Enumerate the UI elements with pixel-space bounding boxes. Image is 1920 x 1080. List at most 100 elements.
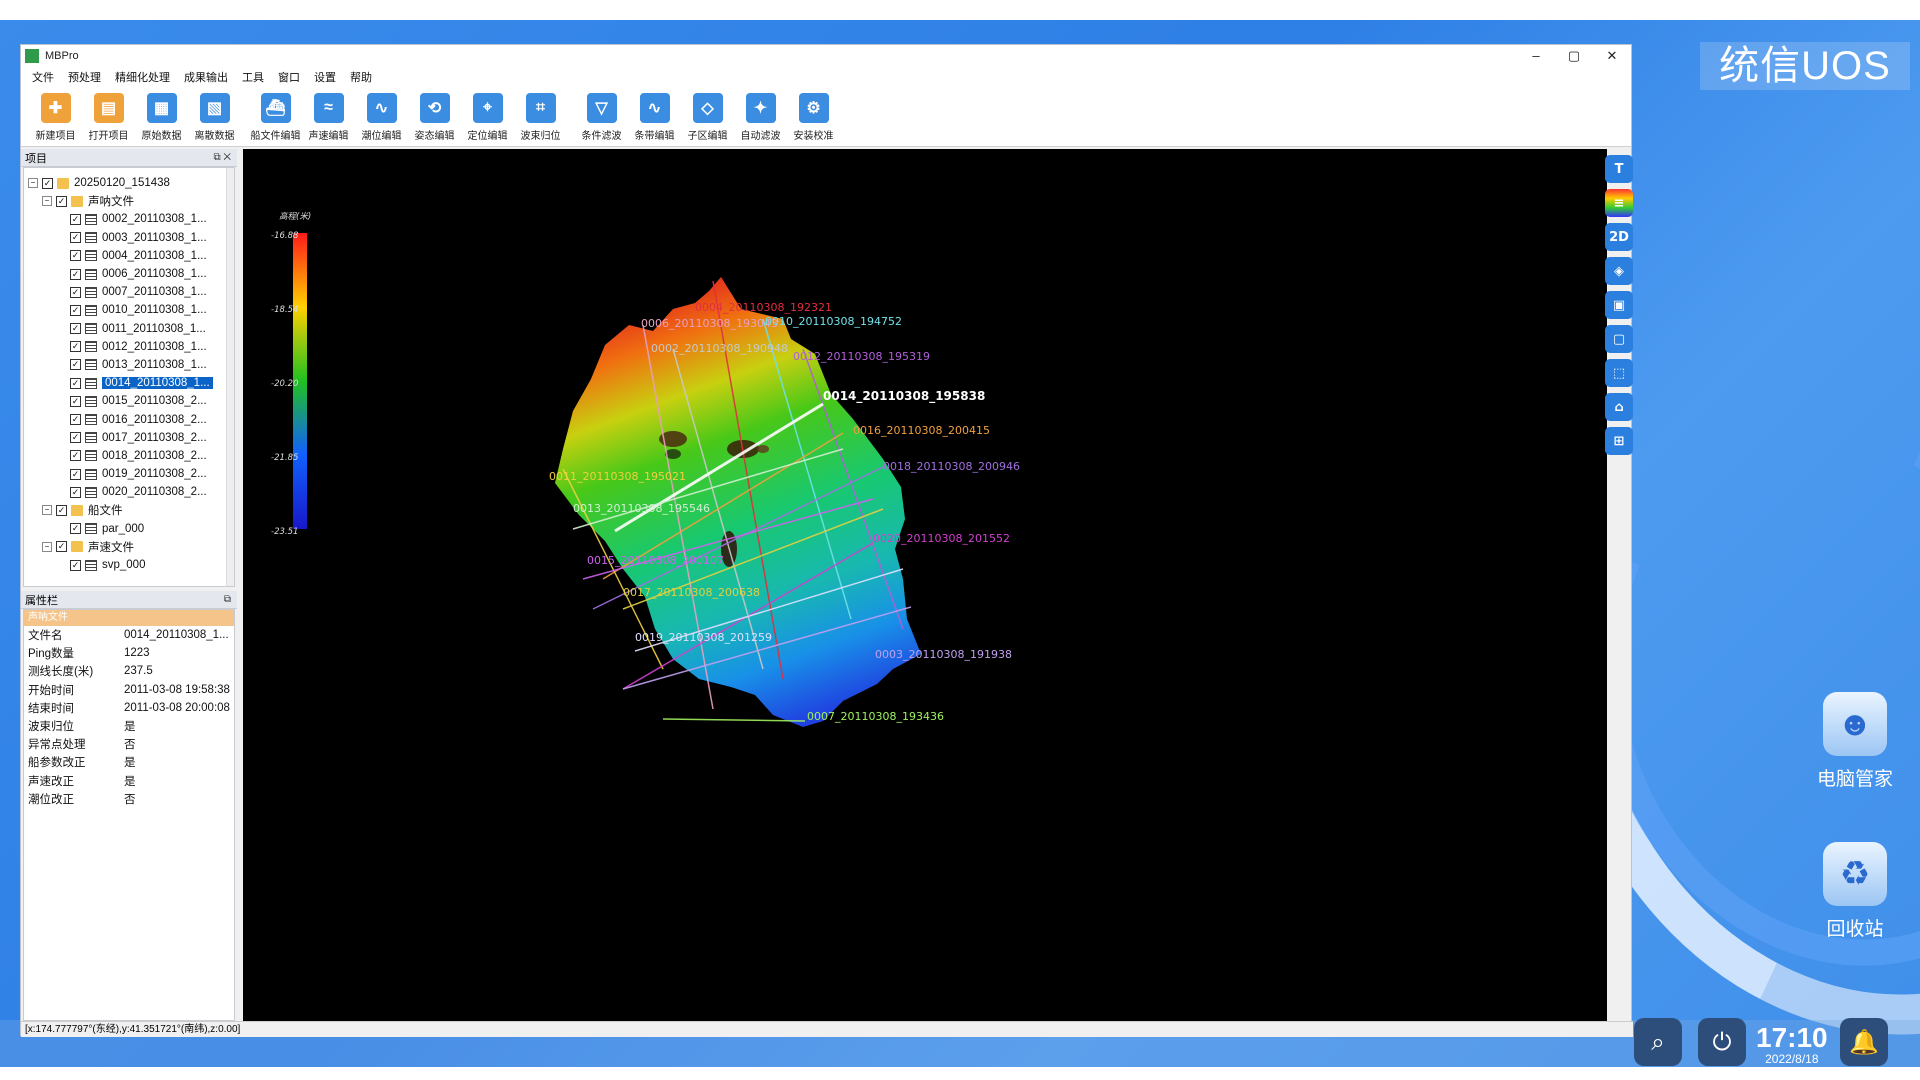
toolbar-button[interactable]: ⛴ 船文件编辑	[249, 93, 302, 142]
checkbox[interactable]: ✓	[70, 232, 81, 244]
checkbox[interactable]: ✓	[70, 395, 81, 407]
toolbar-button[interactable]: ◇ 子区编辑	[681, 93, 734, 142]
layers-icon[interactable]: ◈	[1605, 257, 1633, 285]
checkbox[interactable]: ✓	[70, 323, 81, 335]
discrete-data-icon: ▧	[199, 93, 230, 123]
tree-sonar-file[interactable]: ✓ 0002_20110308_1...	[24, 210, 234, 228]
toolbar-button[interactable]: ▽ 条件滤波	[575, 93, 628, 142]
menu-item[interactable]: 帮助	[343, 69, 379, 85]
expand-toggle-icon[interactable]: −	[42, 505, 52, 516]
top-view-icon[interactable]: ▢	[1605, 325, 1633, 353]
tree-folder-sonar[interactable]: − ✓ 声呐文件	[24, 192, 234, 210]
text-tool-icon[interactable]: T	[1605, 155, 1633, 183]
close-panel-icon[interactable]: ✕	[223, 152, 231, 163]
legend-tick-label: -20.20	[271, 379, 298, 389]
clock-time: 17:10	[1756, 1022, 1828, 1053]
tree-sonar-file[interactable]: ✓ 0015_20110308_2...	[24, 392, 234, 410]
fit-view-icon[interactable]: ▣	[1605, 291, 1633, 319]
side-view-icon[interactable]: ⌂	[1605, 393, 1633, 421]
checkbox[interactable]: ✓	[70, 468, 81, 480]
tree-sonar-file[interactable]: ✓ 0014_20110308_1...	[24, 374, 234, 392]
front-view-icon[interactable]: ⬚	[1605, 359, 1633, 387]
checkbox[interactable]: ✓	[70, 213, 81, 225]
checkbox[interactable]: ✓	[70, 523, 81, 535]
tree-sonar-file[interactable]: ✓ 0020_20110308_2...	[24, 483, 234, 501]
menu-item[interactable]: 预处理	[61, 69, 108, 85]
float-icon[interactable]: ⧉	[224, 594, 231, 605]
tree-sonar-file[interactable]: ✓ 0011_20110308_1...	[24, 320, 234, 338]
color-table-icon[interactable]: ≡	[1605, 189, 1633, 217]
menu-item[interactable]: 成果输出	[177, 69, 235, 85]
toolbar-button[interactable]: ⌗ 波束归位	[514, 93, 567, 142]
select-area-icon[interactable]: ⊞	[1605, 427, 1633, 455]
toolbar-button[interactable]: ⌖ 定位编辑	[461, 93, 514, 142]
survey-line[interactable]	[662, 718, 806, 722]
checkbox[interactable]: ✓	[42, 177, 53, 189]
tree-sonar-file[interactable]: ✓ 0007_20110308_1...	[24, 283, 234, 301]
tree-sonar-file[interactable]: ✓ 0006_20110308_1...	[24, 265, 234, 283]
toolbar-button[interactable]: ⟲ 姿态编辑	[408, 93, 461, 142]
toolbar-button[interactable]: ⚙ 安装校准	[787, 93, 840, 142]
checkbox[interactable]: ✓	[70, 359, 81, 371]
checkbox[interactable]: ✓	[70, 414, 81, 426]
menu-item[interactable]: 设置	[307, 69, 343, 85]
tree-sonar-file[interactable]: ✓ 0017_20110308_2...	[24, 429, 234, 447]
notification-bell-icon[interactable]: 🔔	[1840, 1018, 1888, 1066]
toolbar-button[interactable]: ▤ 打开项目	[82, 93, 135, 142]
checkbox[interactable]: ✓	[70, 341, 81, 353]
tree-sonar-file[interactable]: ✓ 0016_20110308_2...	[24, 410, 234, 428]
tree-sonar-file[interactable]: ✓ 0004_20110308_1...	[24, 247, 234, 265]
checkbox[interactable]: ✓	[70, 450, 81, 462]
maximize-button[interactable]: ▢	[1555, 48, 1593, 64]
tree-folder-svp[interactable]: − ✓ 声速文件	[24, 538, 234, 556]
checkbox[interactable]: ✓	[70, 559, 81, 571]
checkbox[interactable]: ✓	[56, 541, 67, 553]
checkbox[interactable]: ✓	[70, 286, 81, 298]
toolbar-button[interactable]: ▧ 离散数据	[188, 93, 241, 142]
toolbar-button[interactable]: ∿ 潮位编辑	[355, 93, 408, 142]
toolbar-button[interactable]: ▦ 原始数据	[135, 93, 188, 142]
bathymetry-scene[interactable]: 高程(米) -16.88 -18.54 -20.20 -21.85 -23.51 000…	[243, 149, 1607, 1021]
tree-sonar-file[interactable]: ✓ 0019_20110308_2...	[24, 465, 234, 483]
checkbox[interactable]: ✓	[70, 486, 81, 498]
checkbox[interactable]: ✓	[70, 432, 81, 444]
menu-item[interactable]: 工具	[235, 69, 271, 85]
toolbar-button[interactable]: ✦ 自动滤波	[734, 93, 787, 142]
checkbox[interactable]: ✓	[56, 195, 67, 207]
tree-sonar-file[interactable]: ✓ 0013_20110308_1...	[24, 356, 234, 374]
tree-scrollbar[interactable]	[226, 168, 234, 586]
menu-item[interactable]: 窗口	[271, 69, 307, 85]
tree-folder-ship[interactable]: − ✓ 船文件	[24, 501, 234, 519]
2d-view-icon[interactable]: 2D	[1605, 223, 1633, 251]
tree-sonar-file[interactable]: ✓ 0003_20110308_1...	[24, 229, 234, 247]
menu-item[interactable]: 精细化处理	[108, 69, 177, 85]
toolbar-button[interactable]: ✚ 新建项目	[29, 93, 82, 142]
checkbox[interactable]: ✓	[70, 304, 81, 316]
search-icon[interactable]: ⌕	[1634, 1018, 1682, 1066]
3d-viewport[interactable]: 高程(米) -16.88 -18.54 -20.20 -21.85 -23.51 000…	[243, 149, 1607, 1021]
desktop-icon-pc-manager[interactable]: ☻ 电脑管家	[1790, 692, 1920, 791]
checkbox[interactable]: ✓	[70, 377, 81, 389]
property-value: 2011-03-08 20:00:08	[124, 701, 230, 714]
checkbox[interactable]: ✓	[56, 504, 67, 516]
tree-ship-file[interactable]: ✓ par_000	[24, 520, 234, 538]
toolbar-button[interactable]: ≈ 声速编辑	[302, 93, 355, 142]
power-icon[interactable]: ⏻	[1698, 1018, 1746, 1066]
tree-sonar-file[interactable]: ✓ 0018_20110308_2...	[24, 447, 234, 465]
desktop-icon-trash[interactable]: ♻ 回收站	[1790, 842, 1920, 941]
float-icon[interactable]: ⧉	[213, 152, 220, 163]
clock[interactable]: 17:10 2022/8/18	[1756, 1022, 1828, 1067]
toolbar-button[interactable]: ∿ 条带编辑	[628, 93, 681, 142]
checkbox[interactable]: ✓	[70, 250, 81, 262]
tree-sonar-file[interactable]: ✓ 0010_20110308_1...	[24, 301, 234, 319]
menu-item[interactable]: 文件	[25, 69, 61, 85]
expand-toggle-icon[interactable]: −	[42, 196, 52, 207]
minimize-button[interactable]: –	[1517, 48, 1555, 64]
expand-toggle-icon[interactable]: −	[42, 541, 52, 552]
checkbox[interactable]: ✓	[70, 268, 81, 280]
expand-toggle-icon[interactable]: −	[28, 178, 38, 189]
close-button[interactable]: ✕	[1593, 48, 1631, 64]
tree-svp-file[interactable]: ✓ svp_000	[24, 556, 234, 574]
tree-project-root[interactable]: − ✓ 20250120_151438	[24, 174, 234, 192]
tree-sonar-file[interactable]: ✓ 0012_20110308_1...	[24, 338, 234, 356]
